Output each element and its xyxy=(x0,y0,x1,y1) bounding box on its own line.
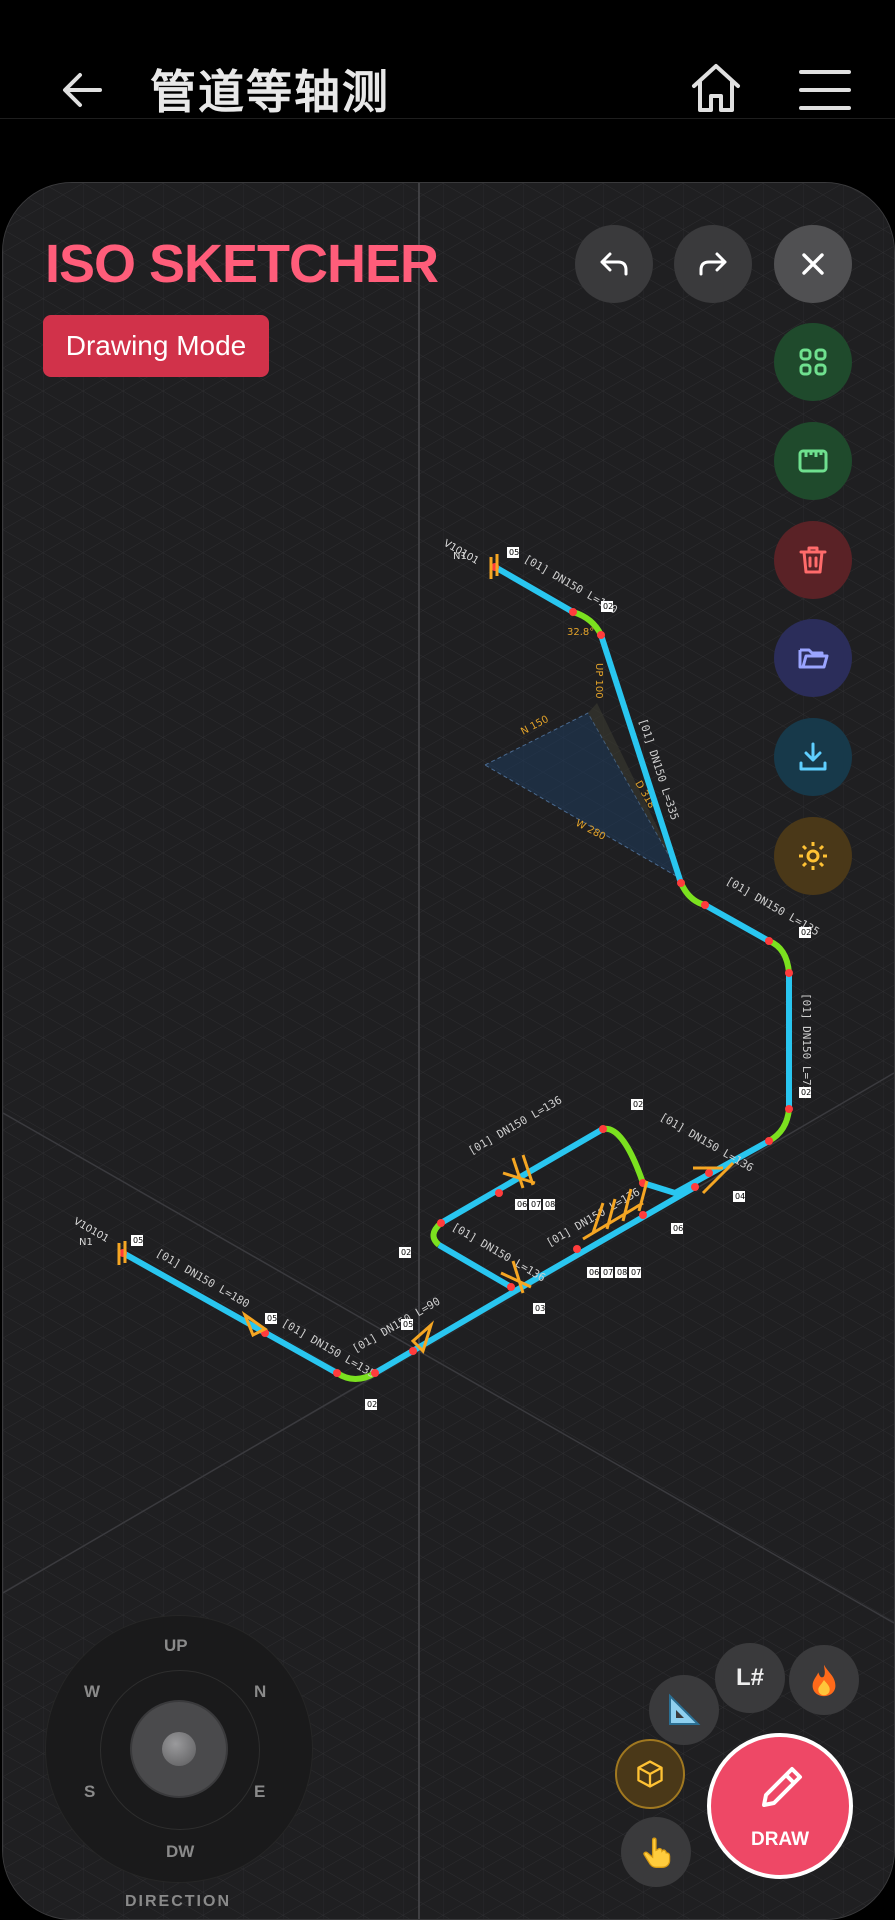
cube-icon xyxy=(637,1760,663,1788)
undo-icon xyxy=(600,252,628,276)
close-button[interactable] xyxy=(774,225,852,303)
badge-label: 02 xyxy=(603,602,613,611)
mode-badge[interactable]: Drawing Mode xyxy=(43,315,269,377)
set-square-button[interactable] xyxy=(649,1675,719,1745)
settings-button[interactable] xyxy=(774,817,852,895)
badge-label: 07 xyxy=(531,1200,541,1209)
badge-label: 02 xyxy=(633,1100,643,1109)
direction-joystick[interactable]: UP DW W N S E xyxy=(45,1615,313,1883)
badge-label: 05 xyxy=(267,1314,277,1323)
trash-icon xyxy=(799,546,827,574)
line1-angle: 32.8° xyxy=(567,627,594,638)
folder-icon xyxy=(798,648,829,669)
joystick-label-east: E xyxy=(254,1782,266,1801)
grid-icon xyxy=(799,348,827,376)
line2-node: N1 xyxy=(79,1237,93,1248)
ruler-icon xyxy=(798,449,828,473)
close-icon xyxy=(802,253,824,275)
badge-label: 02 xyxy=(801,928,811,937)
layers-grid-button[interactable] xyxy=(774,323,852,401)
pencil-icon xyxy=(762,1767,802,1807)
badge-label: 02 xyxy=(801,1088,811,1097)
arrow-left-icon[interactable] xyxy=(56,60,116,120)
joystick-label-west: W xyxy=(84,1682,101,1701)
ruler-button[interactable] xyxy=(774,422,852,500)
joystick-label-south: S xyxy=(84,1782,96,1801)
badge-label: 07 xyxy=(603,1268,613,1277)
cube-view-button[interactable] xyxy=(615,1739,685,1809)
badge-label: 06 xyxy=(589,1268,599,1277)
line1-seg-label: [01] DN150 L=725 xyxy=(800,993,813,1099)
fire-icon xyxy=(812,1664,836,1697)
pan-hand-button[interactable] xyxy=(621,1817,691,1887)
badge-label: 05 xyxy=(403,1320,413,1329)
set-square-icon xyxy=(669,1693,701,1725)
badge-label: 06 xyxy=(673,1224,683,1233)
open-folder-button[interactable] xyxy=(774,619,852,697)
badge-label: 05 xyxy=(509,548,519,557)
badge-label: 03 xyxy=(535,1304,545,1313)
pointing-hand-icon xyxy=(643,1837,671,1868)
fire-button[interactable] xyxy=(789,1645,859,1715)
export-button[interactable] xyxy=(774,718,852,796)
draw-button[interactable]: DRAW xyxy=(707,1733,853,1879)
joystick-label-north: N xyxy=(254,1682,267,1701)
download-icon xyxy=(799,742,827,771)
line-number-button[interactable]: L# xyxy=(715,1643,785,1713)
line1-node: N1 xyxy=(453,551,467,562)
badge-label: 07 xyxy=(631,1268,641,1277)
joystick-label-down: DW xyxy=(166,1842,195,1861)
home-icon[interactable] xyxy=(686,58,746,118)
badge-label: 02 xyxy=(367,1400,377,1409)
undo-button[interactable] xyxy=(575,225,653,303)
badge-label: 08 xyxy=(545,1200,555,1209)
badge-label: 02 xyxy=(401,1248,411,1257)
redo-icon xyxy=(699,252,727,276)
hamburger-menu-icon[interactable] xyxy=(795,66,855,114)
badge-label: 05 xyxy=(133,1236,143,1245)
page-title: 管道等轴测 xyxy=(150,65,390,119)
joystick-knob[interactable] xyxy=(132,1702,226,1796)
dim-label-up: UP 100 xyxy=(593,663,604,699)
draw-label: DRAW xyxy=(750,1829,810,1850)
top-app-bar: 管道等轴测 xyxy=(0,0,895,119)
joystick-caption: DIRECTION xyxy=(125,1893,231,1910)
settings-icon xyxy=(799,842,827,870)
app-brand: ISO SKETCHER xyxy=(45,234,439,294)
badge-label: 06 xyxy=(517,1200,527,1209)
joystick-label-up: UP xyxy=(164,1636,188,1655)
badge-label: 04 xyxy=(735,1192,745,1201)
badge-label: 08 xyxy=(617,1268,627,1277)
sketch-canvas[interactable]: N 150 W 280 D 318 UP 100 V10101 N1 [01] … xyxy=(2,182,895,1920)
delete-button[interactable] xyxy=(774,521,852,599)
redo-button[interactable] xyxy=(674,225,752,303)
